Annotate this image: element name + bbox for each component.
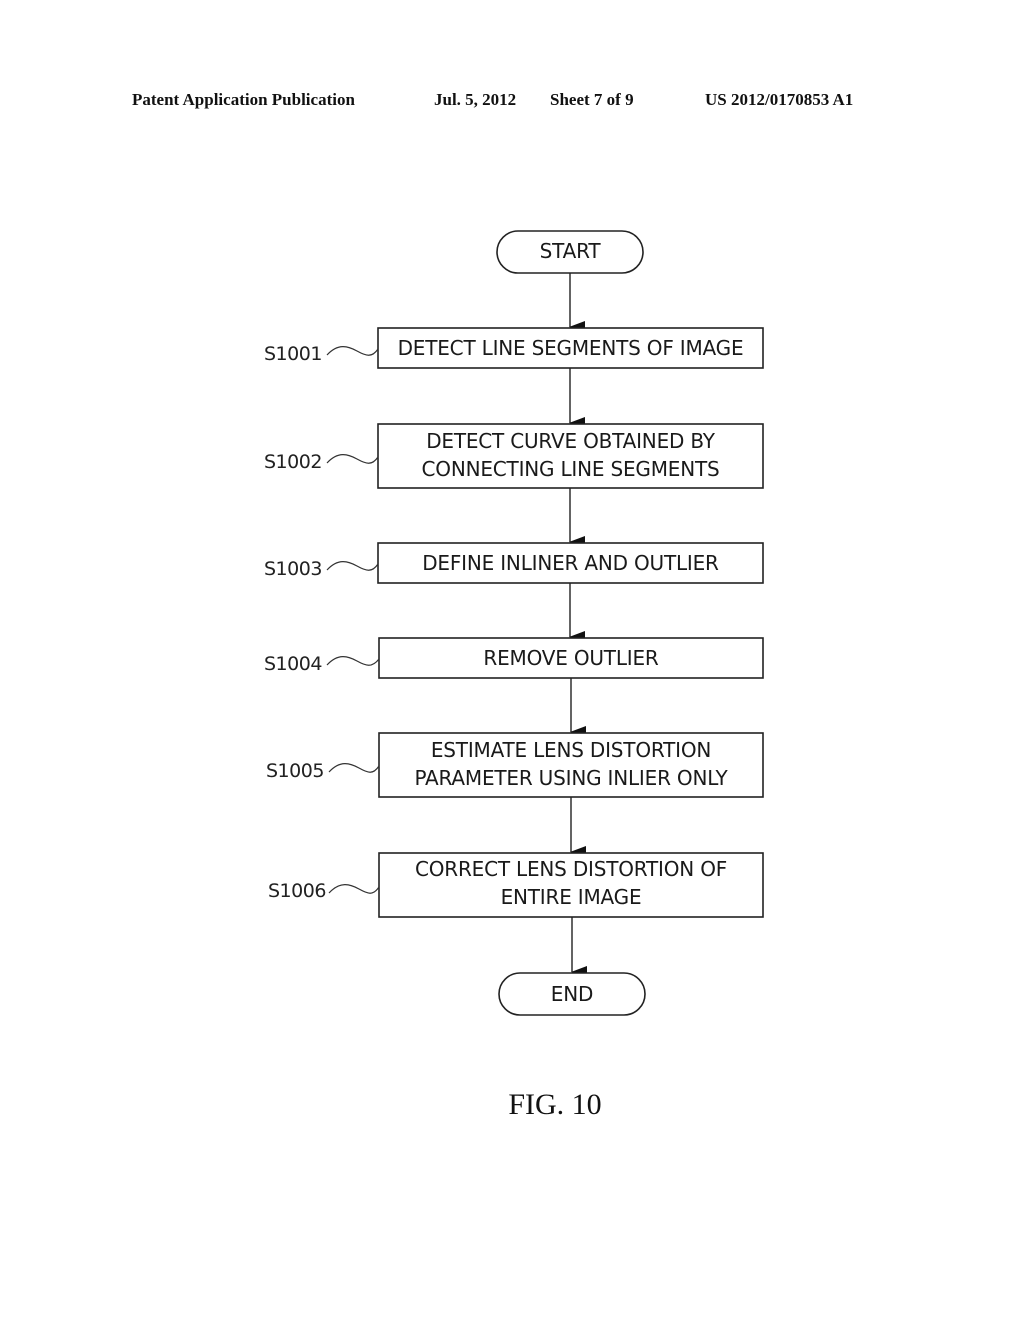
step-text-s1006: CORRECT LENS DISTORTION OF ENTIRE IMAGE xyxy=(379,855,763,911)
step-id-s1003: S1003 xyxy=(264,558,322,580)
step-text-line: PARAMETER USING INLIER ONLY xyxy=(414,766,728,790)
leader-s1005 xyxy=(328,763,380,773)
step-text-line: ENTIRE IMAGE xyxy=(500,885,642,909)
step-text-line: DETECT CURVE OBTAINED BY xyxy=(426,429,715,453)
step-id-s1002: S1002 xyxy=(264,451,322,473)
leader-s1004 xyxy=(326,656,380,666)
step-text-s1005: ESTIMATE LENS DISTORTION PARAMETER USING… xyxy=(379,736,763,792)
step-text-line: DETECT LINE SEGMENTS OF IMAGE xyxy=(397,336,744,360)
step-text-line: CONNECTING LINE SEGMENTS xyxy=(421,457,720,481)
figure-label: FIG. 10 xyxy=(508,1088,602,1121)
step-text-line: REMOVE OUTLIER xyxy=(483,646,659,670)
leader-s1002 xyxy=(326,454,379,464)
step-text-line: DEFINE INLINER AND OUTLIER xyxy=(422,551,719,575)
step-id-s1001: S1001 xyxy=(264,343,322,365)
step-text-s1001: DETECT LINE SEGMENTS OF IMAGE xyxy=(378,334,763,362)
leader-s1003 xyxy=(326,561,379,571)
step-text-line: CORRECT LENS DISTORTION OF xyxy=(414,857,728,881)
step-text-line: ESTIMATE LENS DISTORTION xyxy=(430,738,712,762)
end-label: END xyxy=(550,982,594,1006)
step-id-s1004: S1004 xyxy=(264,653,322,675)
step-text-s1003: DEFINE INLINER AND OUTLIER xyxy=(378,549,763,577)
start-label: START xyxy=(539,239,601,263)
step-text-s1002: DETECT CURVE OBTAINED BY CONNECTING LINE… xyxy=(378,427,763,483)
step-id-s1005: S1005 xyxy=(266,760,324,782)
step-id-s1006: S1006 xyxy=(268,880,326,902)
leader-s1001 xyxy=(326,346,379,356)
leader-s1006 xyxy=(328,884,380,894)
step-text-s1004: REMOVE OUTLIER xyxy=(379,644,763,672)
